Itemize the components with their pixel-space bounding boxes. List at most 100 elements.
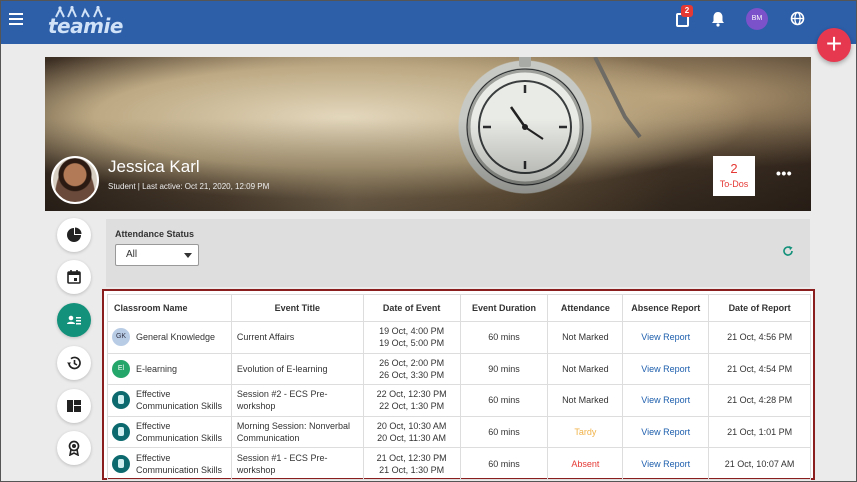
event-start: 19 Oct, 4:00 PM <box>379 326 445 337</box>
table-row: Effective Communication Skills Session #2… <box>107 384 811 417</box>
absence-report-cell: View Report <box>622 415 710 449</box>
profile-banner: Jessica Karl Student | Last active: Oct … <box>45 57 811 211</box>
event-title: Morning Session: Nonverbal Communication <box>236 421 350 444</box>
duration-cell: 60 mins <box>459 415 549 449</box>
classroom-cell[interactable]: El E-learning <box>107 352 232 386</box>
award-ribbon-icon <box>68 440 80 456</box>
attendance-status: Absent <box>547 447 624 480</box>
classroom-avatar-icon: El <box>112 359 130 378</box>
side-history-button[interactable] <box>57 346 91 380</box>
date-of-report-cell: 21 Oct, 4:28 PM <box>708 384 811 417</box>
classroom-avatar-icon: GK <box>112 328 130 347</box>
event-end: 26 Oct, 3:30 PM <box>379 369 445 380</box>
event-start: 26 Oct, 2:00 PM <box>379 357 445 368</box>
attendance-list-icon <box>67 315 81 325</box>
attendance-table: Classroom Name Event Title Date of Event… <box>107 294 811 480</box>
classroom-cell[interactable]: Effective Communication Skills <box>107 384 232 417</box>
absence-report-cell: View Report <box>622 352 710 386</box>
table-row: El E-learning Evolution of E-learning 26 Oc… <box>107 352 811 386</box>
event-title-cell: Evolution of E-learning <box>230 352 364 386</box>
logo-text: teamie <box>48 14 123 38</box>
duration-cell: 60 mins <box>459 321 549 354</box>
side-badges-button[interactable] <box>57 431 91 465</box>
select-value: All <box>126 249 138 260</box>
classroom-name: E-learning <box>136 363 178 374</box>
classroom-name: Effective Communication Skills <box>136 421 223 444</box>
side-dashboard-button[interactable] <box>57 218 91 252</box>
duration-cell: 90 mins <box>459 352 549 386</box>
refresh-icon[interactable] <box>782 245 794 257</box>
todos-label: To-Dos <box>719 179 749 189</box>
absence-report-cell: View Report <box>622 321 710 354</box>
view-report-link[interactable]: View Report <box>641 332 690 342</box>
classroom-cell[interactable]: Effective Communication Skills <box>107 415 232 449</box>
date-of-event-cell: 19 Oct, 4:00 PM 19 Oct, 5:00 PM <box>362 321 461 354</box>
classroom-name: General Knowledge <box>136 332 216 343</box>
calendar-icon <box>67 270 81 284</box>
event-title-cell: Session #1 - ECS Pre-workshop <box>230 447 364 480</box>
attendance-status-select[interactable]: All <box>115 244 199 266</box>
duration-cell: 60 mins <box>459 447 549 480</box>
chevron-down-icon <box>184 253 192 258</box>
globe-icon[interactable] <box>790 11 805 26</box>
header-attendance[interactable]: Attendance <box>547 294 624 322</box>
profile-meta: Student | Last active: Oct 21, 2020, 12:… <box>108 182 270 191</box>
add-fab-button[interactable]: + <box>817 28 851 62</box>
header-event-duration[interactable]: Event Duration <box>459 294 549 322</box>
date-of-event-cell: 26 Oct, 2:00 PM 26 Oct, 3:30 PM <box>362 352 461 386</box>
header-date-of-report[interactable]: Date of Report <box>708 294 811 322</box>
classroom-cell[interactable]: Effective Communication Skills <box>107 447 232 480</box>
date-of-event-cell: 20 Oct, 10:30 AM 20 Oct, 11:30 AM <box>362 415 461 449</box>
date-of-report-cell: 21 Oct, 10:07 AM <box>708 447 811 480</box>
event-start: 20 Oct, 10:30 AM <box>376 421 447 432</box>
header-absence-report[interactable]: Absence Report <box>622 294 710 322</box>
event-title: Current Affairs <box>236 332 295 343</box>
todo-count-badge: 2 <box>681 5 693 17</box>
event-title: Evolution of E-learning <box>236 363 328 374</box>
date-of-report-cell: 21 Oct, 4:56 PM <box>708 321 811 354</box>
table-row: Effective Communication Skills Morning Se… <box>107 415 811 449</box>
date-of-report-cell: 21 Oct, 4:54 PM <box>708 352 811 386</box>
filter-label: Attendance Status <box>115 229 195 239</box>
bell-icon[interactable] <box>711 11 725 27</box>
view-report-link[interactable]: View Report <box>641 459 690 469</box>
event-end: 19 Oct, 5:00 PM <box>379 338 445 349</box>
header-date-of-event[interactable]: Date of Event <box>362 294 461 322</box>
todo-nav-button[interactable]: 2 <box>676 5 693 27</box>
view-report-link[interactable]: View Report <box>641 427 690 437</box>
user-avatar[interactable]: BM <box>746 8 768 30</box>
profile-photo <box>51 156 99 204</box>
event-end: 21 Oct, 1:30 PM <box>379 464 445 475</box>
absence-report-cell: View Report <box>622 384 710 417</box>
menu-icon[interactable] <box>9 13 23 25</box>
header-event-title[interactable]: Event Title <box>230 294 364 322</box>
event-title-cell: Current Affairs <box>230 321 364 354</box>
event-start: 22 Oct, 12:30 PM <box>376 389 447 400</box>
event-end: 22 Oct, 1:30 PM <box>379 401 445 412</box>
header-classroom-name[interactable]: Classroom Name <box>107 294 232 322</box>
more-options-button[interactable]: ••• <box>776 165 792 181</box>
table-header-row: Classroom Name Event Title Date of Event… <box>107 294 811 322</box>
view-report-link[interactable]: View Report <box>641 395 690 405</box>
classroom-avatar-icon <box>112 391 130 410</box>
grid-layout-icon <box>67 400 81 412</box>
event-start: 21 Oct, 12:30 PM <box>376 452 447 463</box>
side-calendar-button[interactable] <box>57 260 91 294</box>
classroom-cell[interactable]: GK General Knowledge <box>107 321 232 354</box>
app-logo[interactable]: teamie <box>48 6 123 38</box>
history-icon <box>67 356 81 370</box>
event-title: Session #2 - ECS Pre-workshop <box>236 389 328 412</box>
attendance-filter-panel: Attendance Status All <box>106 219 810 287</box>
todos-card[interactable]: 2 To-Dos <box>713 156 755 196</box>
side-attendance-button[interactable] <box>57 303 91 337</box>
attendance-status: Not Marked <box>547 321 624 354</box>
attendance-status: Not Marked <box>547 352 624 386</box>
side-dashboard-grid-button[interactable] <box>57 389 91 423</box>
view-report-link[interactable]: View Report <box>641 364 690 374</box>
attendance-table-container: Classroom Name Event Title Date of Event… <box>102 289 815 480</box>
classroom-avatar-icon <box>112 454 130 473</box>
table-row: Effective Communication Skills Session #1… <box>107 447 811 480</box>
attendance-status: Tardy <box>547 415 624 449</box>
todos-count: 2 <box>730 161 738 176</box>
date-of-event-cell: 22 Oct, 12:30 PM 22 Oct, 1:30 PM <box>362 384 461 417</box>
